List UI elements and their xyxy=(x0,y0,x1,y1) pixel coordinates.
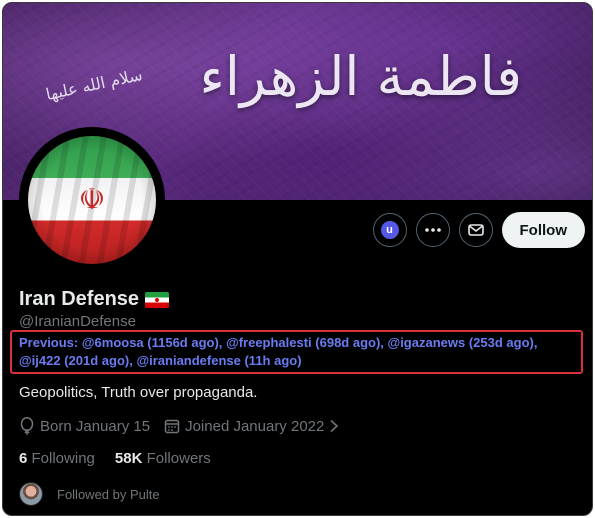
joined-text: Joined January 2022 xyxy=(185,417,325,435)
more-icon xyxy=(424,228,441,232)
iran-emblem-icon: ☫ xyxy=(78,182,106,218)
birthday-item: Born January 15 xyxy=(19,417,150,435)
followers-link[interactable]: 58K Followers xyxy=(115,450,211,467)
profile-bio: Geopolitics, Truth over propaganda. xyxy=(19,384,258,401)
message-icon xyxy=(467,224,484,236)
extension-button[interactable]: u xyxy=(372,213,407,247)
balloon-icon xyxy=(20,417,34,435)
profile-meta: Born January 15 Joined January 2022 xyxy=(19,417,339,435)
birthday-text: Born January 15 xyxy=(40,417,151,435)
following-label: Following xyxy=(31,450,95,467)
profile-actions: u Follow xyxy=(372,212,585,248)
previous-handles: Previous: @6moosa (1156d ago), @freephal… xyxy=(19,335,538,368)
u-extension-icon: u xyxy=(380,221,399,239)
followers-count: 58K xyxy=(114,450,143,467)
followed-by-text: Followed by Pulte xyxy=(57,486,160,502)
following-link[interactable]: 6 Following xyxy=(19,450,95,467)
follow-button[interactable]: Follow xyxy=(501,212,585,248)
calendar-icon xyxy=(164,419,180,434)
profile-window: فاطمة الزهراء سلام الله عليها ☫ u Follow… xyxy=(2,2,593,516)
followed-by-row[interactable]: Followed by Pulte xyxy=(19,482,160,506)
iran-flag-image: ☫ xyxy=(28,136,156,264)
chevron-right-icon xyxy=(330,419,339,433)
iran-flag-emoji-icon xyxy=(145,291,170,308)
message-button[interactable] xyxy=(458,213,493,247)
profile-name: Iran Defense xyxy=(19,288,140,310)
joined-item[interactable]: Joined January 2022 xyxy=(164,418,339,435)
profile-handle: @IranianDefense xyxy=(19,313,136,330)
profile-stats: 6 Following 58K Followers xyxy=(19,450,211,467)
profile-name-row: Iran Defense xyxy=(19,288,170,311)
follower-avatar xyxy=(19,482,43,506)
banner-calligraphy: فاطمة الزهراء xyxy=(199,45,522,108)
profile-avatar[interactable]: ☫ xyxy=(19,127,165,273)
followers-label: Followers xyxy=(146,450,211,467)
following-count: 6 xyxy=(19,450,28,467)
more-button[interactable] xyxy=(415,213,450,247)
